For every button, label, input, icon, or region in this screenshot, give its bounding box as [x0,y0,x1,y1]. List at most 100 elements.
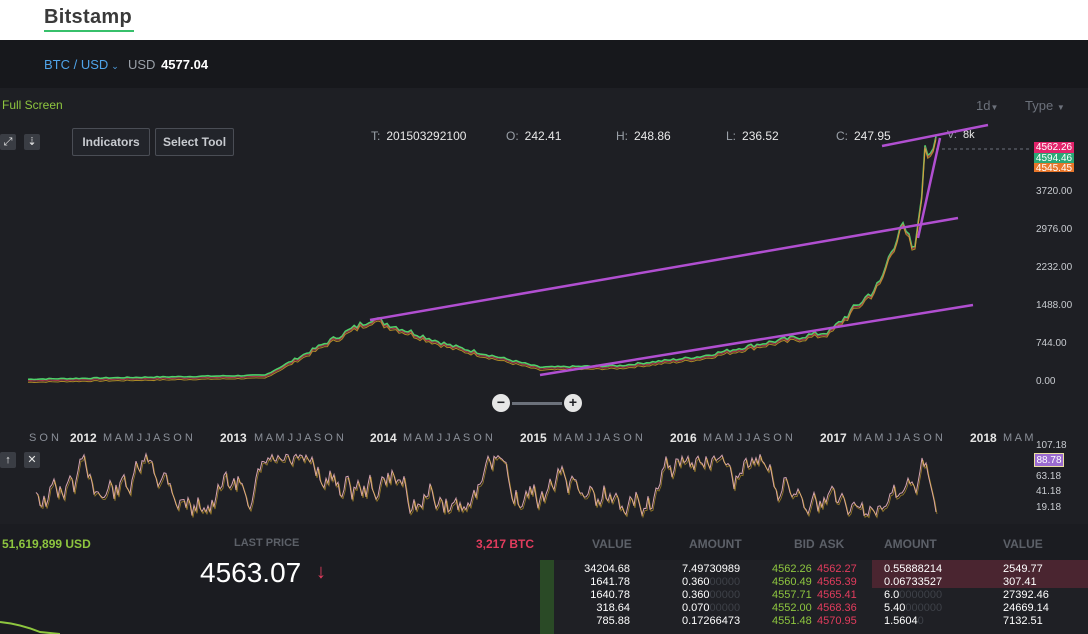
orderbook-cell: 1.56040 [884,615,924,627]
x-month-ticks: M A M [1003,432,1034,444]
orderbook-cell: 0.36000000 [682,576,741,588]
zoom-control: − + [492,394,584,412]
orderbook-cell: 785.88 [596,615,630,627]
orderbook-cell: 4565.41 [817,589,857,601]
x-month-ticks: M A M J J A S O N [254,432,344,444]
x-year-tick: 2012 [70,431,97,445]
orderbook-cell: 4562.26 [772,563,812,575]
last-price-value: 4563.07 [200,557,302,588]
y-tick: 0.00 [1036,376,1056,387]
orderbook-cell: 4557.71 [772,589,812,601]
orderbook-cell: 2549.77 [1003,563,1043,575]
volume-usd: 51,619,899 USD [2,537,91,551]
caret-down-icon: ▼ [1056,103,1065,112]
pair-bar: BTC / USD ⌄ USD 4577.04 [0,40,1088,88]
y-tick: 2976.00 [1036,224,1073,235]
osc-tick: 107.18 [1036,440,1067,451]
osc-tick: 63.18 [1036,471,1062,482]
oscillator-panel: ↑ ✕ 107.18 88.78 63.18 41.18 19.18 [0,440,1088,522]
orderbook-cell: 4560.49 [772,576,812,588]
chart-type-selector[interactable]: Type ▼ [1025,98,1065,113]
orderbook-cell: 6.00000000 [884,589,943,601]
x-month-ticks: M A M J J A S O N [703,432,793,444]
orderbook-row[interactable]: 318.64 0.07000000 4552.00 4568.36 5.40000000… [540,601,1088,615]
y-tick: 2232.00 [1036,262,1073,273]
x-year-tick: 2016 [670,431,697,445]
orderbook-header-value: VALUE [1003,537,1043,551]
price-plot[interactable] [0,88,1030,428]
last-price-label: LAST PRICE [234,537,300,549]
oscillator-signal-line [36,454,938,519]
x-month-ticks: S O N [29,432,59,444]
orderbook-cell: 4565.39 [817,576,857,588]
orderbook-cell: 0.36000000 [682,589,741,601]
pair-label: BTC / USD [44,57,109,72]
orderbook-header-value: VALUE [592,537,632,551]
x-year-tick: 2014 [370,431,397,445]
logo-underline [44,30,134,32]
zoom-slider[interactable] [512,402,562,405]
chevron-down-icon: ⌄ [111,61,119,71]
x-year-tick: 2015 [520,431,547,445]
orderbook-row[interactable]: 34204.68 7.49730989 4562.26 4562.27 0.558882… [540,562,1088,576]
orderbook-cell: 0.17266473 [682,615,741,627]
orderbook-row[interactable]: 785.88 0.17266473 4551.48 4570.95 1.56040 713… [540,614,1088,628]
orderbook-header-bid: BID [794,537,815,551]
osc-value-badge: 88.78 [1034,453,1064,467]
y-tick: 3720.00 [1036,186,1073,197]
oscillator-line [35,452,937,518]
volume-btc: 3,217 BTC [476,537,535,551]
orderbook-cell: 318.64 [596,602,630,614]
osc-tick: 19.18 [1036,502,1062,513]
x-month-ticks: M A M J J A S O N [103,432,193,444]
x-month-ticks: M A M J J A S O N [853,432,943,444]
zoom-in-button[interactable]: + [564,394,582,412]
depth-sparkline [0,621,60,634]
ticker-price: USD 4577.04 [128,57,208,72]
x-year-tick: 2018 [970,431,997,445]
x-year-tick: 2013 [220,431,247,445]
orderbook-header-amount: AMOUNT [689,537,742,551]
orderbook-header-ask: ASK [819,537,845,551]
zoom-out-button[interactable]: − [492,394,510,412]
trendline [539,303,974,377]
orderbook-cell: 0.55888214 [884,563,943,575]
price-series-line [27,137,937,382]
orderbook-cell-padding: 00000 [709,589,741,601]
orderbook-cell: 7132.51 [1003,615,1043,627]
osc-tick: 41.18 [1036,486,1062,497]
oscillator-plot [35,452,938,519]
orderbook-cell-padding: 00000 [709,576,741,588]
orderbook-cell: 307.41 [1003,576,1037,588]
y-tick: 744.00 [1036,338,1067,349]
orderbook-cell-padding: 00000 [709,602,741,614]
orderbook-cell: 4570.95 [817,615,857,627]
orderbook-cell: 4552.00 [772,602,812,614]
orderbook-cell: 5.40000000 [884,602,943,614]
orderbook-cell: 1640.78 [590,589,630,601]
orderbook-cell: 4568.36 [817,602,857,614]
orderbook-cell: 0.07000000 [682,602,741,614]
bitstamp-logo[interactable]: Bitstamp [44,6,132,29]
orderbook-row[interactable]: 1640.78 0.36000000 4557.71 4565.41 6.0000000… [540,588,1088,602]
orderbook-cell: 4551.48 [772,615,812,627]
price-badge-ask: 4545.45 [1034,163,1074,174]
orderbook-cell: 7.49730989 [682,563,741,575]
price-series-line [27,139,937,384]
x-month-ticks: M A M J J A S O N [553,432,643,444]
pair-selector[interactable]: BTC / USD ⌄ [44,57,119,72]
orderbook-cell: 4562.27 [817,563,857,575]
orderbook-cell: 0.06733527 [884,576,943,588]
orderbook-header-amount: AMOUNT [884,537,937,551]
trendline [369,216,959,322]
price-series-line [27,136,937,381]
orderbook-cell: 1641.78 [590,576,630,588]
market-summary: 51,619,899 USD LAST PRICE 4563.07 ↓ 3,21… [0,524,1088,634]
orderbook-cell-padding: 0000000 [899,589,943,601]
orderbook-cell: 24669.14 [1003,602,1049,614]
orderbook-cell: 34204.68 [584,563,630,575]
orderbook-cell: 27392.46 [1003,589,1049,601]
ticker-price-value: 4577.04 [161,57,209,72]
orderbook-row[interactable]: 1641.78 0.36000000 4560.49 4565.39 0.0673352… [540,575,1088,589]
down-arrow-icon: ↓ [316,561,326,583]
